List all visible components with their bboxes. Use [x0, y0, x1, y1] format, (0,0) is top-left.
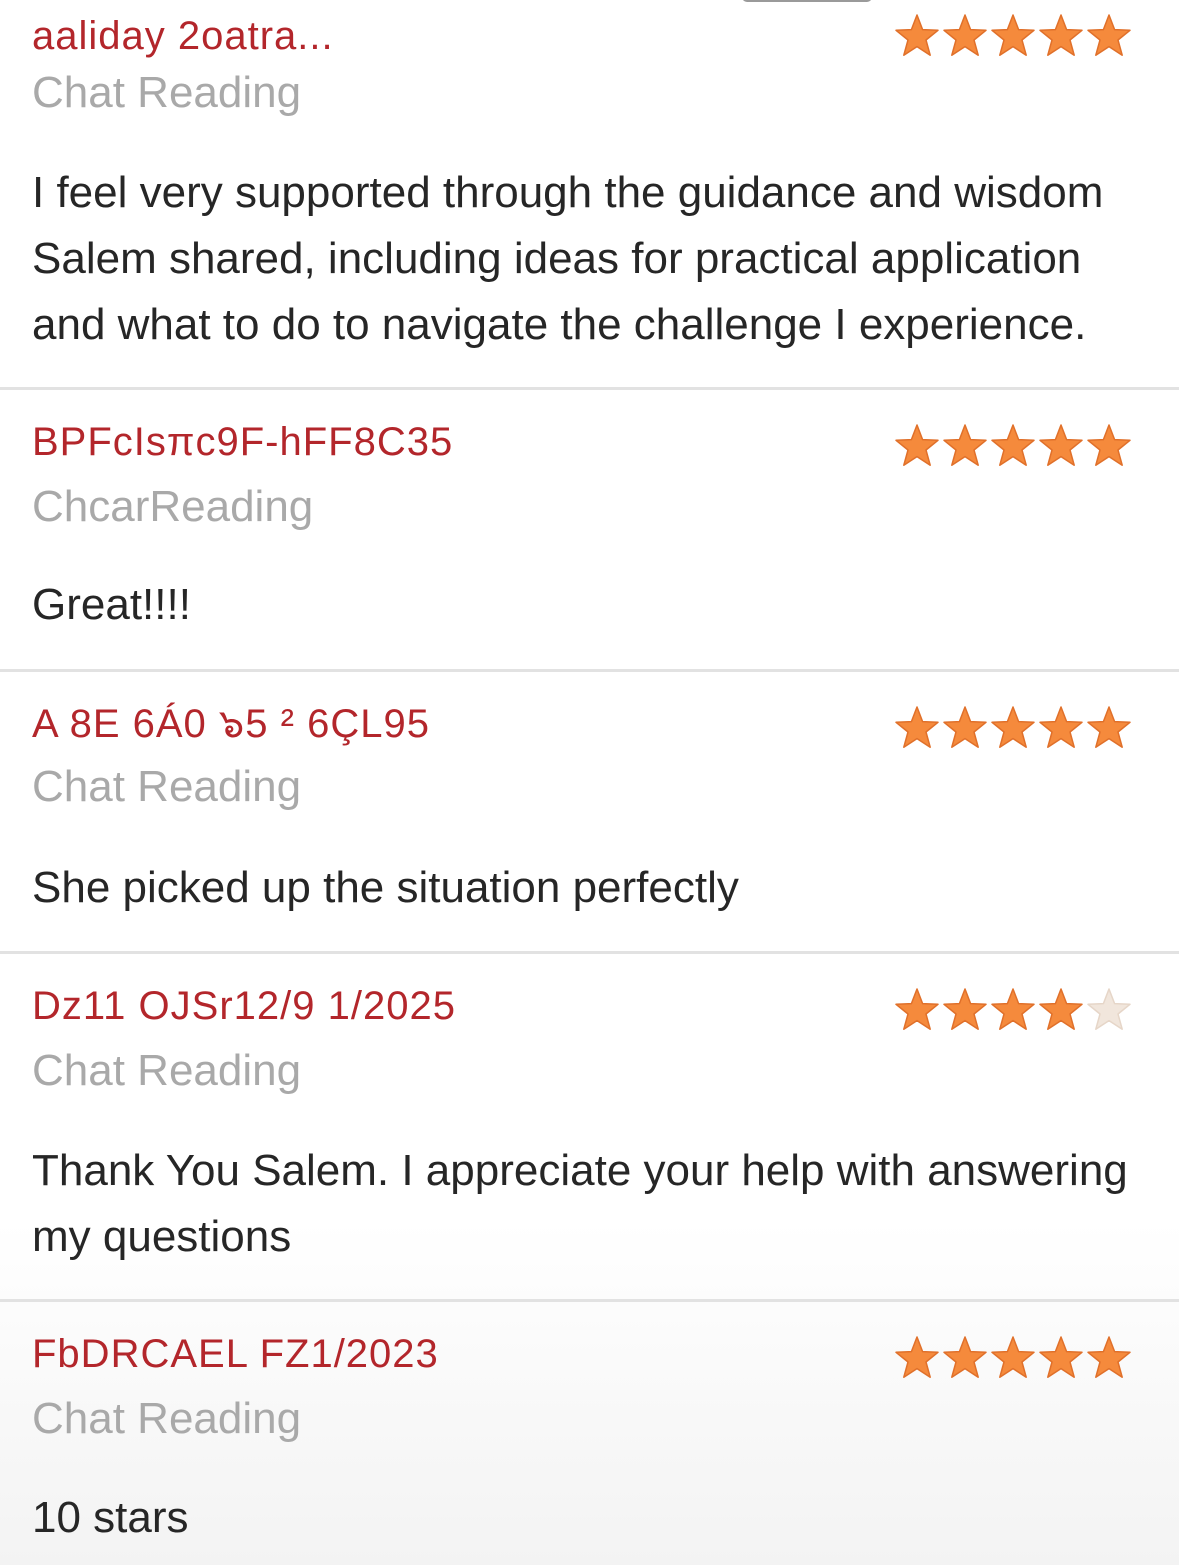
star-rating — [893, 704, 1133, 752]
review-text: Thank You Salem. I appreciate your help … — [32, 1146, 1128, 1261]
review-text: Great!!!! — [32, 580, 191, 629]
review-item: Dz11 OJSr12/9 1/2025 Chat Reading Thank … — [0, 954, 1179, 1300]
star-filled-icon — [895, 706, 939, 748]
reviewer-name: BPFcIsπc9F-hFF8C35 — [32, 420, 454, 464]
review-text: I feel very supported through the guidan… — [32, 168, 1104, 349]
review-item: A 8E 6Á0 ๖5 ² 6ÇL95 Chat Reading She pic… — [0, 672, 1179, 952]
reviewer-name: A 8E 6Á0 ๖5 ² 6ÇL95 — [32, 702, 430, 746]
reviewer-name: aaliday 2oatra... — [32, 14, 334, 58]
star-filled-icon — [1087, 706, 1131, 748]
star-rating — [893, 1334, 1133, 1382]
star-filled-icon — [1039, 988, 1083, 1030]
star-filled-icon — [895, 424, 939, 466]
review-text: 10 stars — [32, 1493, 189, 1542]
reviewer-name: FbDRCAEL FZ1/2023 — [32, 1332, 439, 1376]
reading-type: Chat Reading — [32, 1394, 302, 1443]
review-item: aaliday 2oatra... Chat Reading I feel ve… — [0, 0, 1179, 388]
star-filled-icon — [895, 988, 939, 1030]
reading-type: Chat Reading — [32, 68, 302, 117]
star-filled-icon — [1087, 14, 1131, 56]
star-filled-icon — [895, 1336, 939, 1378]
star-filled-icon — [1087, 1336, 1131, 1378]
star-filled-icon — [895, 14, 939, 56]
star-filled-icon — [991, 988, 1035, 1030]
reviews-page: aaliday 2oatra... Chat Reading I feel ve… — [0, 0, 1179, 1565]
reviewer-name: Dz11 OJSr12/9 1/2025 — [32, 984, 456, 1028]
star-filled-icon — [1039, 14, 1083, 56]
star-filled-icon — [943, 988, 987, 1030]
review-item: FbDRCAEL FZ1/2023 Chat Reading 10 stars — [0, 1302, 1179, 1565]
review-item: BPFcIsπc9F-hFF8C35 ChcarReading Great!!!… — [0, 390, 1179, 670]
star-rating — [893, 422, 1133, 470]
star-filled-icon — [943, 1336, 987, 1378]
star-filled-icon — [943, 706, 987, 748]
reading-type: ChcarReading — [32, 482, 314, 531]
star-filled-icon — [943, 424, 987, 466]
star-filled-icon — [1039, 1336, 1083, 1378]
star-rating — [893, 986, 1133, 1034]
star-filled-icon — [991, 706, 1035, 748]
reading-type: Chat Reading — [32, 1046, 302, 1095]
reading-type: Chat Reading — [32, 762, 302, 811]
review-text: She picked up the situation perfectly — [32, 863, 739, 912]
star-filled-icon — [991, 1336, 1035, 1378]
star-filled-icon — [943, 14, 987, 56]
star-filled-icon — [1039, 424, 1083, 466]
star-filled-icon — [1087, 424, 1131, 466]
star-rating — [893, 12, 1133, 60]
star-empty-icon — [1087, 988, 1131, 1030]
star-filled-icon — [991, 14, 1035, 56]
star-filled-icon — [991, 424, 1035, 466]
star-filled-icon — [1039, 706, 1083, 748]
